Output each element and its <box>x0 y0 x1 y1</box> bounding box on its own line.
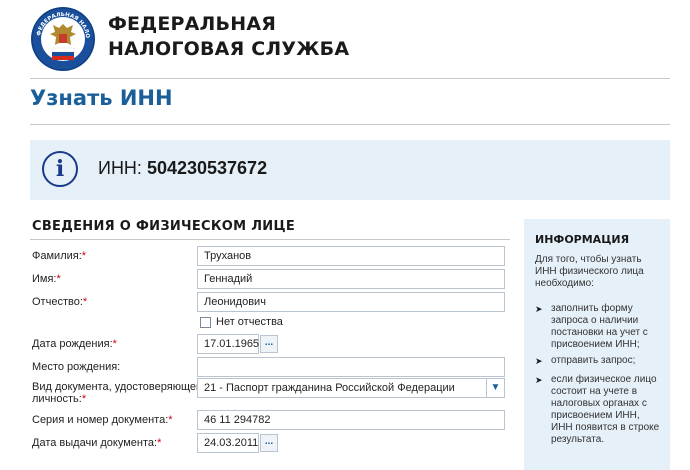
org-name-line1: ФЕДЕРАЛЬНАЯ <box>108 13 277 35</box>
sidebar-intro: Для того, чтобы узнать ИНН физического л… <box>535 254 644 289</box>
birth-place-label: Место рождения: <box>32 361 121 373</box>
page-title: Узнать ИНН <box>30 86 173 110</box>
required-mark: * <box>112 338 117 350</box>
doc-type-select[interactable]: 21 - Паспорт гражданина Российской Федер… <box>197 378 505 398</box>
sidebar-title: ИНФОРМАЦИЯ <box>535 233 630 246</box>
fns-emblem-logo[interactable]: ФЕДЕРАЛЬНАЯ НАЛОГОВАЯ СЛУЖБА <box>30 6 96 72</box>
required-mark: * <box>168 414 173 426</box>
patronymic-input[interactable]: Леонидович <box>197 292 505 312</box>
required-mark: * <box>157 437 162 449</box>
site-header: ФЕДЕРАЛЬНАЯ НАЛОГОВАЯ СЛУЖБА ФЕДЕРАЛЬНАЯ… <box>0 0 690 80</box>
issue-date-picker-button[interactable]: ... <box>260 434 278 452</box>
section-title: СВЕДЕНИЯ О ФИЗИЧЕСКОМ ЛИЦЕ <box>32 219 296 234</box>
org-name[interactable]: ФЕДЕРАЛЬНАЯ НАЛОГОВАЯ СЛУЖБА <box>108 12 349 62</box>
surname-label: Фамилия:* <box>32 250 87 262</box>
doc-type-value: 21 - Паспорт гражданина Российской Федер… <box>204 382 455 394</box>
patronymic-label: Отчество:* <box>32 296 88 308</box>
required-mark: * <box>81 250 87 262</box>
required-mark: * <box>82 296 88 308</box>
section-divider <box>30 239 510 240</box>
required-mark: * <box>81 393 87 405</box>
inn-value: 504230537672 <box>146 158 268 178</box>
doc-number-label: Серия и номер документа:* <box>32 414 173 426</box>
arrow-bullet-icon: ➤ <box>535 375 543 385</box>
doc-number-input[interactable]: 46 11 294782 <box>197 410 505 430</box>
birth-place-input[interactable] <box>197 357 505 377</box>
info-sidebar: ИНФОРМАЦИЯ Для того, чтобы узнать ИНН фи… <box>524 219 670 470</box>
birth-date-picker-button[interactable]: ... <box>260 335 278 353</box>
inn-result: ИНН: 504230537672 <box>98 158 267 179</box>
org-name-line2: НАЛОГОВАЯ СЛУЖБА <box>108 38 350 60</box>
issue-date-input[interactable]: 24.03.2011 <box>197 433 259 453</box>
name-label: Имя:* <box>32 273 61 285</box>
name-input[interactable]: Геннадий <box>197 269 505 289</box>
title-divider <box>30 124 670 125</box>
required-mark: * <box>56 273 61 285</box>
inn-label: ИНН: <box>98 158 142 178</box>
no-patronymic-checkbox[interactable] <box>200 317 211 328</box>
arrow-bullet-icon: ➤ <box>535 304 543 314</box>
surname-input[interactable]: Труханов <box>197 246 505 266</box>
result-banner: i ИНН: 504230537672 <box>30 140 670 200</box>
doc-type-label: Вид документа, удостоверяющего личность:… <box>32 381 206 405</box>
no-patronymic-label[interactable]: Нет отчества <box>216 316 283 328</box>
chevron-down-icon[interactable]: ▼ <box>486 379 504 397</box>
issue-date-label: Дата выдачи документа:* <box>32 437 162 449</box>
arrow-bullet-icon: ➤ <box>535 356 543 366</box>
birth-date-input[interactable]: 17.01.1965 <box>197 334 259 354</box>
header-divider <box>30 78 670 79</box>
info-icon: i <box>42 151 78 187</box>
birth-date-label: Дата рождения:* <box>32 338 117 350</box>
